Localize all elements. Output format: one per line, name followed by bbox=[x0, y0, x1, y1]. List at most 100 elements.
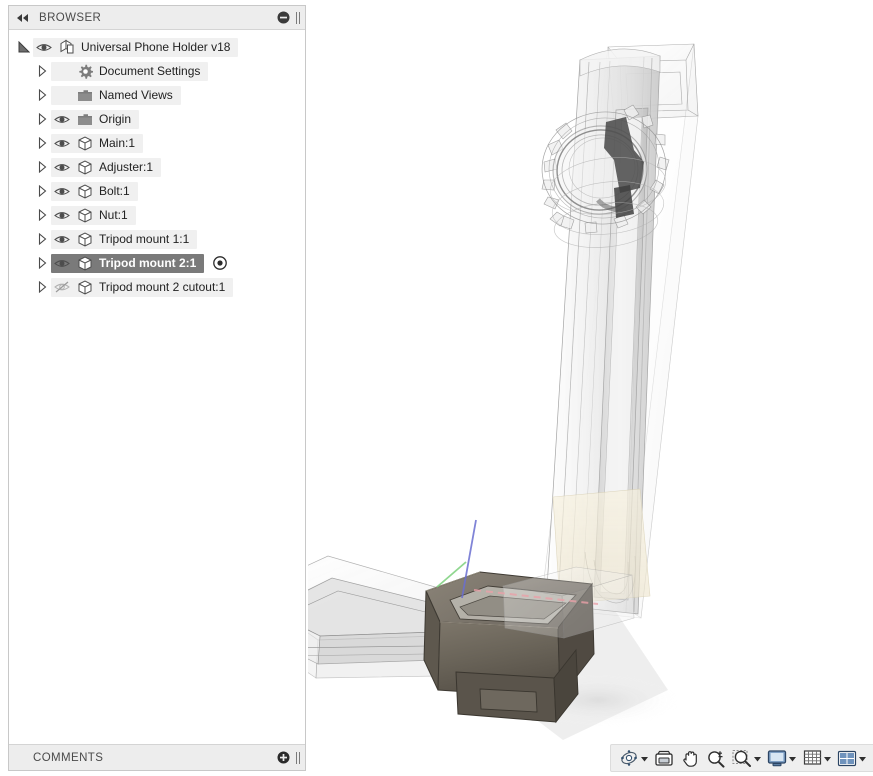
browser-tree[interactable]: Universal Phone Holder v18 Document Setti… bbox=[9, 30, 305, 744]
tree-node-label: Tripod mount 2 cutout:1 bbox=[99, 280, 226, 294]
tree-row-content[interactable]: Main:1 bbox=[51, 133, 144, 153]
eye-icon[interactable] bbox=[51, 230, 73, 249]
double-left-arrow-icon[interactable] bbox=[15, 10, 31, 26]
four-pane-layout-icon[interactable] bbox=[836, 747, 858, 769]
browser-titlebar: BROWSER bbox=[9, 6, 305, 30]
tree-row-content[interactable]: Tripod mount 1:1 bbox=[51, 229, 198, 249]
folder-icon bbox=[73, 86, 97, 105]
expander-closed-icon[interactable] bbox=[33, 278, 51, 297]
expander-closed-icon[interactable] bbox=[33, 182, 51, 201]
tree-row-content[interactable]: Origin bbox=[51, 109, 140, 129]
tree-row[interactable]: Tripod mount 2 cutout:1 bbox=[9, 275, 305, 299]
tree-node-label: Tripod mount 1:1 bbox=[99, 232, 190, 246]
pan-tool[interactable] bbox=[677, 746, 703, 770]
look-at-icon[interactable] bbox=[653, 747, 675, 769]
plus-circle-icon[interactable] bbox=[275, 750, 291, 766]
tree-row-content[interactable]: Universal Phone Holder v18 bbox=[33, 37, 239, 57]
zoom-window-tool[interactable] bbox=[729, 746, 764, 770]
tree-row[interactable]: Universal Phone Holder v18 bbox=[9, 35, 305, 59]
expander-closed-icon[interactable] bbox=[33, 206, 51, 225]
tree-row-content[interactable]: Bolt:1 bbox=[51, 181, 138, 201]
zoom-tool[interactable] bbox=[703, 746, 729, 770]
tree-row-content[interactable]: Tripod mount 2:1 bbox=[51, 253, 205, 273]
tree-row[interactable]: Nut:1 bbox=[9, 203, 305, 227]
comments-bar[interactable]: COMMENTS bbox=[9, 744, 305, 770]
caret-down-icon[interactable] bbox=[788, 747, 797, 769]
grid-icon[interactable] bbox=[801, 747, 823, 769]
3d-viewport[interactable] bbox=[308, 0, 873, 776]
eye-icon[interactable] bbox=[51, 182, 73, 201]
caret-down-icon[interactable] bbox=[858, 747, 867, 769]
tree-row[interactable]: Adjuster:1 bbox=[9, 155, 305, 179]
expander-closed-icon[interactable] bbox=[33, 86, 51, 105]
browser-panel: BROWSER Universal Phone Holder v18 Docume… bbox=[8, 5, 306, 771]
tree-row[interactable]: Named Views bbox=[9, 83, 305, 107]
eye-icon[interactable] bbox=[33, 38, 55, 57]
document-component-icon bbox=[55, 38, 79, 57]
tree-node-label: Named Views bbox=[99, 88, 173, 102]
tree-node-label: Bolt:1 bbox=[99, 184, 130, 198]
eye-icon[interactable] bbox=[51, 158, 73, 177]
tree-row-content[interactable]: Named Views bbox=[51, 85, 181, 105]
display-settings[interactable] bbox=[764, 746, 799, 770]
comments-title: COMMENTS bbox=[33, 751, 104, 764]
look-at-tool[interactable] bbox=[651, 746, 677, 770]
tree-node-label: Tripod mount 2:1 bbox=[99, 256, 197, 270]
tree-node-label: Origin bbox=[99, 112, 132, 126]
component-cube-icon bbox=[73, 254, 97, 273]
expander-open-icon[interactable] bbox=[15, 38, 33, 57]
folder-icon bbox=[73, 110, 97, 129]
expander-closed-icon[interactable] bbox=[33, 158, 51, 177]
tree-row[interactable]: Document Settings bbox=[9, 59, 305, 83]
browser-panel-resize-grip[interactable] bbox=[294, 11, 301, 25]
tree-row[interactable]: Bolt:1 bbox=[9, 179, 305, 203]
tree-row[interactable]: Main:1 bbox=[9, 131, 305, 155]
tree-node-label: Main:1 bbox=[99, 136, 136, 150]
activate-target-icon[interactable] bbox=[212, 256, 227, 271]
tree-node-label: Universal Phone Holder v18 bbox=[81, 40, 231, 54]
magnifier-plus-minus-icon[interactable] bbox=[705, 747, 727, 769]
tree-row-content[interactable]: Tripod mount 2 cutout:1 bbox=[51, 277, 234, 297]
component-cube-icon bbox=[73, 278, 97, 297]
expander-closed-icon[interactable] bbox=[33, 62, 51, 81]
tree-node-label: Adjuster:1 bbox=[99, 160, 154, 174]
expander-closed-icon[interactable] bbox=[33, 134, 51, 153]
expander-closed-icon[interactable] bbox=[33, 254, 51, 273]
magnifier-window-icon[interactable] bbox=[731, 747, 753, 769]
gear-icon bbox=[73, 62, 97, 81]
expander-closed-icon[interactable] bbox=[33, 230, 51, 249]
tree-row[interactable]: Origin bbox=[9, 107, 305, 131]
component-cube-icon bbox=[73, 158, 97, 177]
component-cube-icon bbox=[73, 182, 97, 201]
caret-down-icon[interactable] bbox=[753, 747, 762, 769]
tree-row-content[interactable]: Document Settings bbox=[51, 61, 209, 81]
monitor-icon[interactable] bbox=[766, 747, 788, 769]
cad-model-graphic bbox=[308, 43, 699, 740]
tree-row-content[interactable]: Nut:1 bbox=[51, 205, 136, 225]
orbit-icon[interactable] bbox=[618, 747, 640, 769]
tree-row[interactable]: Tripod mount 1:1 bbox=[9, 227, 305, 251]
eye-icon[interactable] bbox=[51, 206, 73, 225]
orbit-tool[interactable] bbox=[616, 746, 651, 770]
fusion360-window: BROWSER Universal Phone Holder v18 Docume… bbox=[0, 0, 873, 776]
eye-hidden-icon[interactable] bbox=[51, 278, 73, 297]
grid-and-snaps[interactable] bbox=[799, 746, 834, 770]
component-cube-icon bbox=[73, 230, 97, 249]
caret-down-icon[interactable] bbox=[640, 747, 649, 769]
browser-title: BROWSER bbox=[39, 11, 102, 24]
eye-icon[interactable] bbox=[51, 110, 73, 129]
minus-circle-icon[interactable] bbox=[275, 10, 291, 26]
comments-panel-resize-grip[interactable] bbox=[294, 751, 301, 765]
eye-icon[interactable] bbox=[51, 134, 73, 153]
tree-row[interactable]: Tripod mount 2:1 bbox=[9, 251, 305, 275]
component-cube-icon bbox=[73, 134, 97, 153]
caret-down-icon[interactable] bbox=[823, 747, 832, 769]
hand-pan-icon[interactable] bbox=[679, 747, 701, 769]
eye-placeholder bbox=[51, 86, 73, 105]
viewport-layout[interactable] bbox=[834, 746, 869, 770]
navigation-toolbar[interactable] bbox=[610, 744, 873, 772]
tree-row-content[interactable]: Adjuster:1 bbox=[51, 157, 162, 177]
eye-icon[interactable] bbox=[51, 254, 73, 273]
expander-closed-icon[interactable] bbox=[33, 110, 51, 129]
eye-placeholder bbox=[51, 62, 73, 81]
